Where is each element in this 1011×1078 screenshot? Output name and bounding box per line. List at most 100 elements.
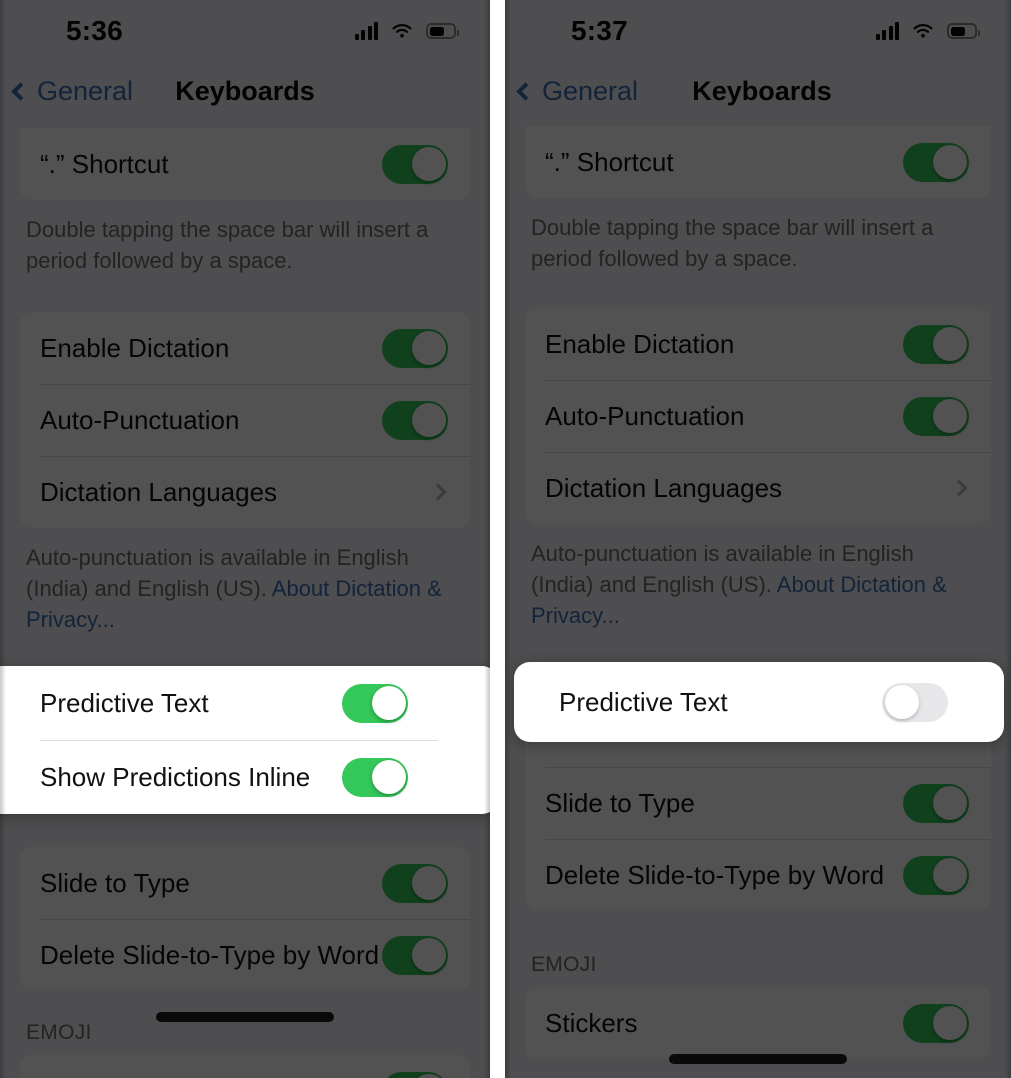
battery-icon <box>426 23 459 39</box>
settings-list-right[interactable]: “.” Shortcut Double tapping the space ba… <box>505 120 1011 1078</box>
row-enable-dictation[interactable]: Enable Dictation <box>20 312 470 384</box>
row-label: Slide to Type <box>545 787 695 818</box>
row-label: Stickers <box>545 1007 638 1038</box>
row-accessory <box>382 144 448 184</box>
chevron-left-icon <box>516 81 535 101</box>
delete-slide-to-type-toggle[interactable] <box>903 855 969 895</box>
row-accessory <box>429 483 448 501</box>
row-accessory <box>382 1071 448 1078</box>
row-predictive-text[interactable]: Predictive Text <box>0 666 490 740</box>
row-accessory <box>382 400 448 440</box>
row-accessory <box>382 863 448 903</box>
row-dictation-languages[interactable]: Dictation Languages <box>525 452 991 524</box>
group-english-lower: Slide to Type Delete Slide-to-Type by Wo… <box>20 847 470 991</box>
home-indicator <box>156 1012 334 1022</box>
row-accessory <box>382 328 448 368</box>
footnote-dictation: Auto-punctuation is available in English… <box>26 542 456 635</box>
nav-bar: General Keyboards <box>0 62 490 120</box>
stickers-toggle[interactable] <box>382 1071 448 1078</box>
status-icons <box>354 22 459 40</box>
row-label: Auto-Punctuation <box>545 400 745 431</box>
wifi-icon <box>391 23 413 40</box>
back-label: General <box>542 75 639 106</box>
predictive-text-toggle[interactable] <box>342 683 408 723</box>
chevron-right-icon <box>429 483 447 501</box>
row-accessory <box>382 935 448 975</box>
row-auto-punctuation[interactable]: Auto-Punctuation <box>525 380 991 452</box>
group-header-emoji: EMOJI <box>531 953 597 976</box>
row-auto-punctuation[interactable]: Auto-Punctuation <box>20 384 470 456</box>
predictive-text-toggle[interactable] <box>882 682 948 722</box>
row-accessory <box>903 783 969 823</box>
highlight-card-predictive: Predictive Text <box>514 662 1004 742</box>
back-button[interactable]: General <box>11 75 134 107</box>
row-label: Dictation Languages <box>40 476 278 507</box>
status-icons <box>875 22 980 40</box>
phone-panel-left: 5:36 General Keyboards “.” Shortcut Doub… <box>0 0 490 1078</box>
screenshot-stage: 5:36 General Keyboards “.” Shortcut Doub… <box>0 0 1011 1078</box>
chevron-right-icon <box>950 479 968 497</box>
stickers-toggle[interactable] <box>903 1003 969 1043</box>
chevron-left-icon <box>11 81 30 101</box>
group-shortcut: “.” Shortcut <box>20 128 470 200</box>
row-accessory <box>903 1003 969 1043</box>
show-predictions-inline-toggle[interactable] <box>342 757 408 797</box>
row-label: Dictation Languages <box>545 472 783 503</box>
row-label: “.” Shortcut <box>40 148 169 179</box>
slide-to-type-toggle[interactable] <box>903 783 969 823</box>
group-dictation: Enable Dictation Auto-Punctuation Dictat… <box>525 308 991 524</box>
row-stickers[interactable]: Stickers <box>20 1055 470 1078</box>
footnote-shortcut: Double tapping the space bar will insert… <box>26 217 429 273</box>
footnote-emoji: Send stickers from the Emoji keyboard. <box>531 1073 971 1078</box>
signal-bars-icon <box>875 22 899 40</box>
row-dictation-languages[interactable]: Dictation Languages <box>20 456 470 528</box>
row-stickers[interactable]: Stickers <box>525 987 991 1059</box>
settings-screen-right: 5:37 General Keyboards “.” Shortcut Doub… <box>505 0 1011 1078</box>
footnote-shortcut: Double tapping the space bar will insert… <box>531 215 934 271</box>
enable-dictation-toggle[interactable] <box>382 328 448 368</box>
row-slide-to-type[interactable]: Slide to Type <box>525 767 991 839</box>
row-label: “.” Shortcut <box>545 146 674 177</box>
auto-punctuation-toggle[interactable] <box>903 396 969 436</box>
panel-separator <box>490 0 505 1078</box>
row-label: Slide to Type <box>40 867 190 898</box>
row-enable-dictation[interactable]: Enable Dictation <box>525 308 991 380</box>
dot-shortcut-toggle[interactable] <box>382 144 448 184</box>
footnote-dictation: Auto-punctuation is available in English… <box>531 538 971 631</box>
status-bar: 5:36 <box>0 0 490 62</box>
group-emoji: Stickers <box>20 1055 470 1078</box>
status-bar: 5:37 <box>505 0 1011 62</box>
row-label: Enable Dictation <box>40 332 230 363</box>
back-button[interactable]: General <box>516 75 639 107</box>
row-dot-shortcut[interactable]: “.” Shortcut <box>20 128 470 200</box>
back-label: General <box>37 75 134 106</box>
row-show-predictions-inline[interactable]: Show Predictions Inline <box>0 740 490 814</box>
row-dot-shortcut[interactable]: “.” Shortcut <box>525 126 991 198</box>
home-indicator <box>669 1054 847 1064</box>
row-label: Delete Slide-to-Type by Word <box>40 939 380 970</box>
group-emoji: Stickers <box>525 987 991 1059</box>
row-delete-slide-to-type[interactable]: Delete Slide-to-Type by Word <box>20 919 470 991</box>
auto-punctuation-toggle[interactable] <box>382 400 448 440</box>
row-accessory <box>903 855 969 895</box>
row-label: Delete Slide-to-Type by Word <box>545 859 885 890</box>
row-label: Predictive Text <box>40 687 209 718</box>
status-time: 5:36 <box>66 15 123 46</box>
slide-to-type-toggle[interactable] <box>382 863 448 903</box>
group-shortcut: “.” Shortcut <box>525 126 991 198</box>
row-accessory <box>903 324 969 364</box>
row-label: Enable Dictation <box>545 328 735 359</box>
row-label: Show Predictions Inline <box>40 761 311 792</box>
enable-dictation-toggle[interactable] <box>903 324 969 364</box>
nav-bar: General Keyboards <box>505 62 1011 120</box>
row-slide-to-type[interactable]: Slide to Type <box>20 847 470 919</box>
highlight-card-predictive: Predictive Text Show Predictions Inline <box>0 666 490 814</box>
row-predictive-text[interactable]: Predictive Text <box>514 662 1004 742</box>
delete-slide-to-type-toggle[interactable] <box>382 935 448 975</box>
row-delete-slide-to-type[interactable]: Delete Slide-to-Type by Word <box>525 839 991 911</box>
settings-list-left[interactable]: “.” Shortcut Double tapping the space ba… <box>0 120 490 1078</box>
dot-shortcut-toggle[interactable] <box>903 142 969 182</box>
phone-panel-right: 5:37 General Keyboards “.” Shortcut Doub… <box>505 0 1011 1078</box>
row-accessory <box>342 683 408 723</box>
row-accessory <box>342 757 408 797</box>
